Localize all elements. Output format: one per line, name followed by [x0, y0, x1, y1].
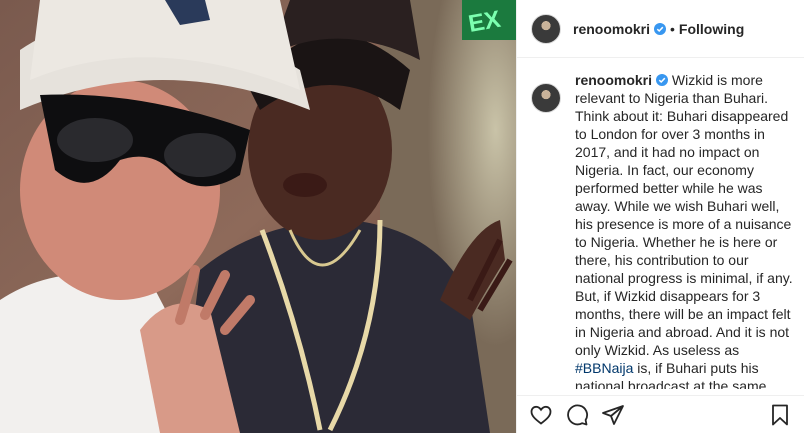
post-photo[interactable]: EX — [0, 0, 516, 433]
header-separator: • — [670, 20, 675, 37]
action-bar — [517, 395, 804, 433]
heart-icon — [530, 405, 552, 425]
photo-illustration: EX — [0, 0, 516, 433]
verified-badge-icon — [656, 74, 669, 86]
instagram-post: EX renoomokri • Following renoomokri Wiz… — [0, 0, 804, 433]
header-username[interactable]: renoomokri — [573, 21, 650, 37]
caption-avatar[interactable] — [531, 83, 561, 113]
save-button[interactable] — [768, 403, 792, 427]
caption-body-part1: Wizkid is more relevant to Nigeria than … — [575, 72, 793, 358]
like-button[interactable] — [529, 403, 553, 427]
hashtag-link[interactable]: #BBNaija — [575, 360, 633, 376]
following-button[interactable]: Following — [679, 21, 744, 37]
caption-text: renoomokri Wizkid is more relevant to Ni… — [575, 71, 796, 389]
comment-button[interactable] — [565, 403, 589, 427]
exit-sign: EX — [462, 0, 516, 40]
post-side-panel: renoomokri • Following renoomokri Wizkid… — [516, 0, 804, 433]
avatar[interactable] — [531, 13, 561, 44]
paper-plane-icon — [602, 404, 624, 425]
post-header: renoomokri • Following — [517, 0, 804, 58]
comment-icon — [567, 404, 588, 425]
bookmark-icon — [772, 404, 788, 425]
exit-sign-text: EX — [466, 6, 502, 38]
caption-username[interactable]: renoomokri — [575, 72, 652, 88]
caption-area: renoomokri Wizkid is more relevant to Ni… — [531, 71, 796, 389]
verified-badge-icon — [654, 22, 667, 35]
share-button[interactable] — [601, 403, 625, 427]
